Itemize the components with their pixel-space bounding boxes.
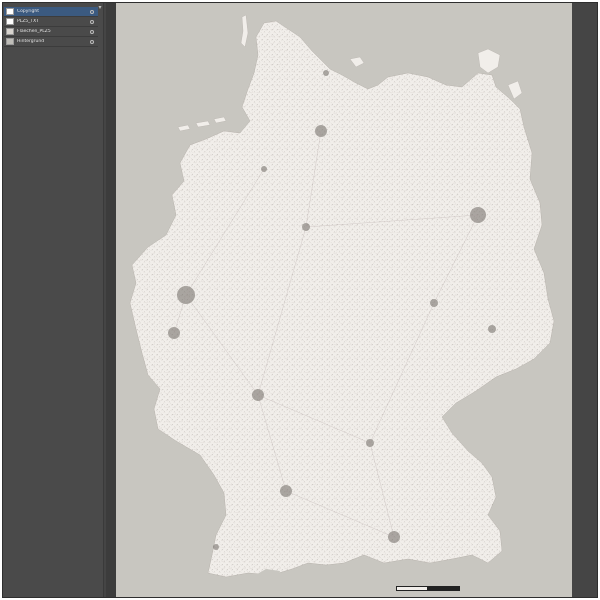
application-window: ▾ Copyright PLZ5_TXT Flaechen_PLZ5 Hinte… [2, 2, 598, 598]
island-ruegen [477, 48, 501, 74]
island-fehmarn [349, 56, 365, 68]
layer-row-flaechen-plz5[interactable]: Flaechen_PLZ5 [4, 27, 98, 37]
target-circle-icon[interactable] [90, 39, 94, 44]
layer-label: Flaechen_PLZ5 [17, 29, 51, 34]
cluster-kiel [323, 70, 329, 76]
scale-bar-segment [428, 586, 460, 591]
layer-thumbnail [6, 8, 14, 15]
layer-label: PLZ5_TXT [17, 19, 39, 24]
target-circle-icon[interactable] [90, 9, 94, 14]
cluster-hamburg [315, 125, 327, 137]
layer-thumbnail [6, 38, 14, 45]
target-circle-icon[interactable] [90, 29, 94, 34]
scale-bar-segment [396, 586, 428, 591]
pasteboard-strip [106, 3, 116, 597]
scale-bar [396, 586, 460, 591]
canvas-area[interactable] [104, 3, 597, 597]
target-circle-icon[interactable] [90, 19, 94, 24]
layer-row-plz5-txt[interactable]: PLZ5_TXT [4, 17, 98, 27]
layers-panel: ▾ Copyright PLZ5_TXT Flaechen_PLZ5 Hinte… [3, 3, 104, 597]
cluster-freiburg [213, 544, 219, 550]
layer-thumbnail [6, 18, 14, 25]
layer-row-hintergrund[interactable]: Hintergrund [4, 37, 98, 47]
germany-postcode-map[interactable] [116, 3, 572, 597]
layer-thumbnail [6, 28, 14, 35]
island-usedom [507, 80, 523, 100]
layer-row-copyright[interactable]: Copyright [4, 7, 98, 17]
island-sylt [240, 14, 249, 48]
layer-label: Hintergrund [17, 39, 45, 44]
east-frisian-islands [177, 116, 227, 132]
artboard[interactable] [116, 3, 572, 597]
cluster-dresden [488, 325, 496, 333]
layer-label: Copyright [17, 9, 39, 14]
